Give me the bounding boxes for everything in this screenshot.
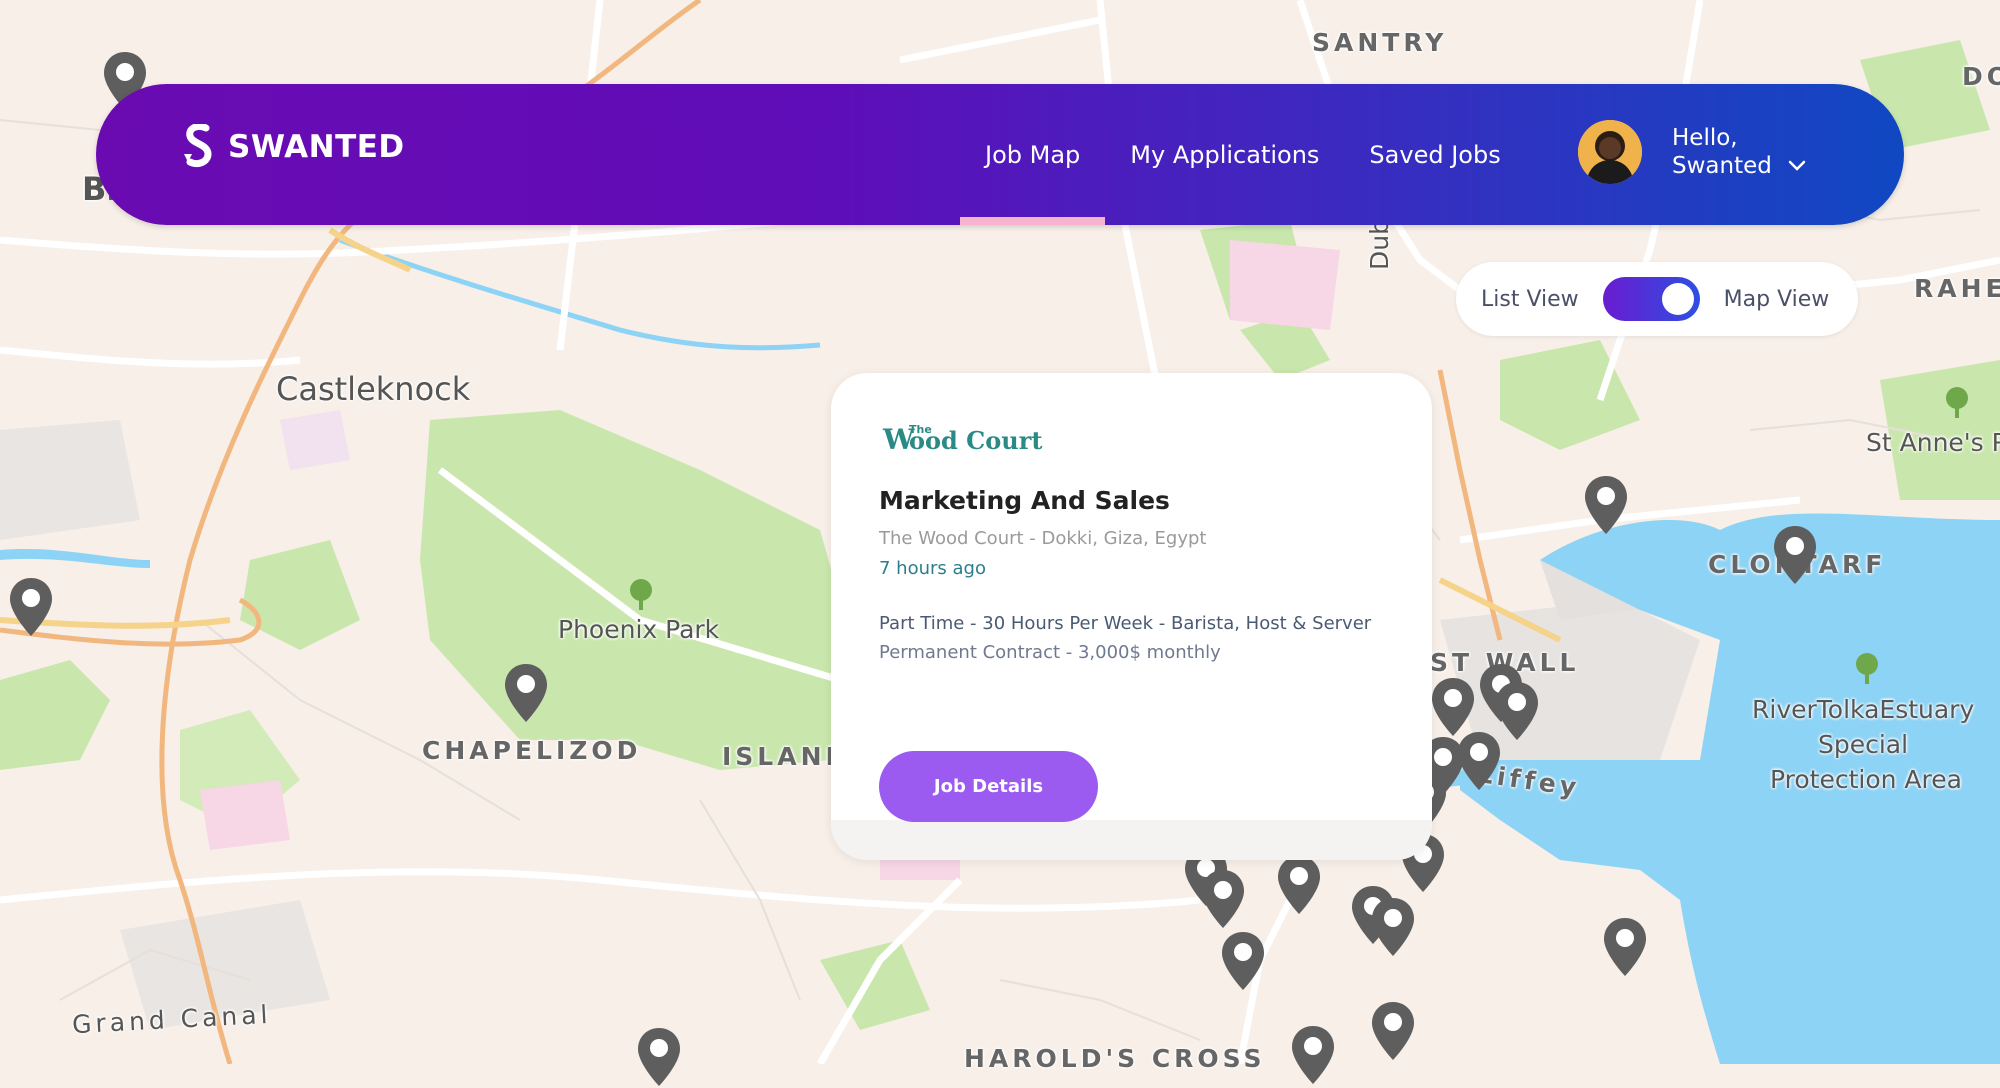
map-label-chapelizod: CHAPELIZOD	[422, 736, 642, 765]
nav-job-map[interactable]: Job Map	[960, 84, 1106, 225]
job-contract-line: Permanent Contract - 3,000$ monthly	[879, 642, 1221, 663]
user-greeting[interactable]: Hello, Swanted	[1672, 124, 1772, 180]
job-pin-icon[interactable]	[1430, 676, 1476, 738]
job-pin-icon[interactable]	[1456, 730, 1502, 792]
list-view-label[interactable]: List View	[1481, 287, 1579, 312]
wood-court-logo-icon: W The ood Court	[882, 423, 1042, 455]
map-label-do: DO	[1962, 62, 2000, 91]
main-nav: Job Map My Applications Saved Jobs	[960, 84, 1526, 225]
nav-saved-jobs[interactable]: Saved Jobs	[1344, 84, 1525, 225]
map-label-harolds-cross: HAROLD'S CROSS	[964, 1044, 1266, 1073]
map-label-santry: SANTRY	[1312, 28, 1448, 57]
park-tree-icon	[624, 578, 658, 616]
job-posted-time: 7 hours ago	[879, 558, 986, 579]
map-label-river-tolka: RiverTolkaEstuary	[1752, 695, 1975, 724]
job-company-location: The Wood Court - Dokki, Giza, Egypt	[879, 528, 1207, 549]
map-view-label[interactable]: Map View	[1724, 287, 1830, 312]
job-pin-icon[interactable]	[503, 662, 549, 724]
map-label-phoenix-park: Phoenix Park	[558, 615, 720, 644]
company-logo: W The ood Court	[881, 419, 1051, 455]
chevron-down-icon[interactable]	[1788, 160, 1806, 172]
job-pin-icon[interactable]	[1276, 854, 1322, 916]
view-switch[interactable]	[1602, 277, 1700, 321]
greeting-line-1: Hello,	[1672, 125, 1738, 151]
view-toggle: List View Map View	[1456, 262, 1858, 336]
job-details-button[interactable]: Job Details	[879, 751, 1098, 822]
job-pin-icon[interactable]	[8, 576, 54, 638]
park-tree-icon	[1850, 652, 1884, 690]
job-title[interactable]: Marketing And Sales	[879, 486, 1170, 515]
avatar[interactable]	[1578, 120, 1642, 184]
job-card[interactable]: W The ood Court Marketing And Sales The …	[831, 373, 1432, 860]
job-pin-icon[interactable]	[1200, 868, 1246, 930]
brand-name: SWANTED	[228, 129, 405, 165]
job-pin-icon[interactable]	[1290, 1024, 1336, 1086]
nav-my-applications[interactable]: My Applications	[1105, 84, 1344, 225]
job-pin-icon[interactable]	[1583, 474, 1629, 536]
switch-knob	[1661, 283, 1694, 315]
job-pin-icon[interactable]	[1220, 930, 1266, 992]
greeting-line-2: Swanted	[1672, 153, 1772, 179]
card-footer-strip	[831, 820, 1432, 860]
top-navbar: SWANTED Job Map My Applications Saved Jo…	[96, 84, 1904, 225]
map-label-raheny: RAHEN	[1914, 274, 2000, 303]
job-details-line: Part Time - 30 Hours Per Week - Barista,…	[879, 613, 1372, 634]
job-pin-icon[interactable]	[1370, 896, 1416, 958]
map-label-castleknock: Castleknock	[276, 370, 471, 408]
user-menu[interactable]: Hello, Swanted	[1578, 120, 1806, 184]
job-pin-icon[interactable]	[1370, 1000, 1416, 1062]
brand-logo[interactable]: SWANTED	[180, 124, 405, 170]
svg-text:ood Court: ood Court	[909, 426, 1042, 455]
park-tree-icon	[1940, 386, 1974, 424]
map-label-st-annes: St Anne's P	[1866, 428, 2000, 457]
map-label-special: Special	[1818, 730, 1909, 759]
job-pin-icon[interactable]	[1772, 524, 1818, 586]
map-label-protection-area: Protection Area	[1770, 765, 1962, 794]
job-pin-icon[interactable]	[636, 1026, 682, 1088]
user-photo-icon	[1578, 120, 1642, 184]
swan-logo-icon	[184, 124, 212, 168]
job-pin-icon[interactable]	[1602, 916, 1648, 978]
